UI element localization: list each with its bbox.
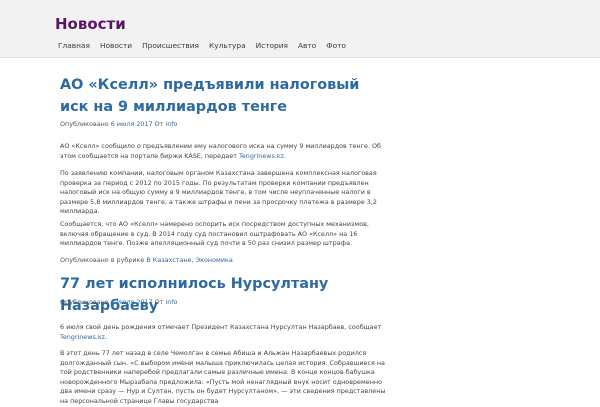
site-header: Новости Главная Новости Происшествия Кул… <box>0 0 600 58</box>
author-label: От <box>154 298 164 306</box>
source-link[interactable]: Tengrinews.kz <box>60 333 105 341</box>
post-categories: Опубликовано в рубрике В Казахстане, Эко… <box>60 256 233 264</box>
site-title[interactable]: Новости <box>55 15 126 33</box>
meta-label: Опубликовано <box>60 298 109 306</box>
author-link[interactable]: info <box>165 298 177 306</box>
paragraph: 6 июля свой день рождения отмечает Прези… <box>60 323 386 342</box>
paragraph: В этот день 77 лет назад в селе Чемолган… <box>60 349 386 405</box>
nav-item-photo[interactable]: Фото <box>326 41 346 50</box>
nav-item-incidents[interactable]: Происшествия <box>142 41 199 50</box>
post-meta: Опубликовано 6 июля 2017 От info <box>60 298 177 306</box>
post-meta: Опубликовано 6 июля 2017 От info <box>60 120 177 128</box>
category-link-kazakhstan[interactable]: В Казахстане <box>146 256 191 264</box>
nav-item-culture[interactable]: Культура <box>209 41 246 50</box>
category-separator: , <box>191 256 194 264</box>
paragraph: По заявлению компании, налоговым органом… <box>60 169 377 216</box>
paragraph-end: . <box>104 332 107 341</box>
meta-label: Опубликовано <box>60 120 109 128</box>
nav-item-news[interactable]: Новости <box>100 41 132 50</box>
paragraph-end: . <box>283 151 286 160</box>
paragraph-text: АО «Кселл» сообщило о предъявлении ему н… <box>60 142 381 160</box>
post-date-link[interactable]: 6 июля 2017 <box>111 298 153 306</box>
post-date-link[interactable]: 6 июля 2017 <box>111 120 153 128</box>
paragraph-text: 6 июля свой день рождения отмечает Прези… <box>60 323 382 331</box>
post-title[interactable]: АО «Кселл» предъявили налоговый иск на 9… <box>60 74 390 118</box>
post-title[interactable]: 77 лет исполнилось Нурсултану Назарбаеву <box>60 273 400 317</box>
nav-item-history[interactable]: История <box>256 41 288 50</box>
category-link-economy[interactable]: Экономика <box>196 256 233 264</box>
nav-item-home[interactable]: Главная <box>58 41 90 50</box>
main-nav: Главная Новости Происшествия Культура Ис… <box>58 41 356 50</box>
author-label: От <box>154 120 164 128</box>
paragraph: Сообщается, что АО «Кселл» намерено оспо… <box>60 220 369 248</box>
source-link[interactable]: Tengrinews.kz <box>239 152 284 160</box>
nav-item-auto[interactable]: Авто <box>298 41 316 50</box>
categories-label: Опубликовано в рубрике <box>60 256 145 264</box>
paragraph: АО «Кселл» сообщило о предъявлении ему н… <box>60 142 386 161</box>
author-link[interactable]: info <box>165 120 177 128</box>
